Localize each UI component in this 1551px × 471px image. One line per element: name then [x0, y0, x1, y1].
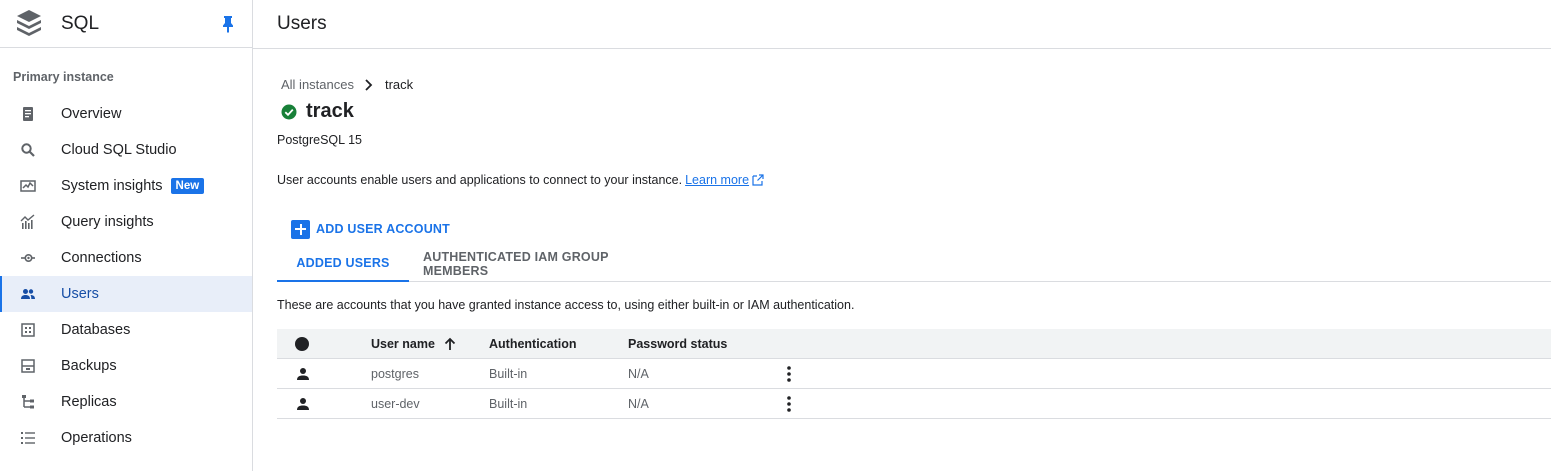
tab-authenticated-iam-group-members[interactable]: AUTHENTICATED IAM GROUP MEMBERS: [423, 246, 675, 282]
check-circle-icon: [281, 104, 297, 119]
sql-logo-icon: [17, 10, 41, 36]
sidebar-item-backups[interactable]: Backups: [0, 348, 252, 384]
sidebar-item-users[interactable]: Users: [0, 276, 252, 312]
sidebar-section-title: Primary instance: [13, 70, 114, 84]
password-status-cell: N/A: [628, 366, 649, 381]
header-authentication: Authentication: [489, 336, 577, 351]
top-bar: Users: [253, 0, 1551, 49]
users-table: User name Authentication Password status…: [277, 329, 1551, 419]
header-password-status: Password status: [628, 336, 728, 351]
list-icon: [21, 432, 35, 444]
table-description: These are accounts that you have granted…: [277, 298, 855, 312]
sidebar-item-label: Overview: [61, 106, 122, 122]
person-icon: [297, 397, 309, 410]
user-name-cell: user-dev: [371, 396, 420, 411]
add-user-account-button[interactable]: ADD USER ACCOUNT: [291, 219, 450, 239]
table-row: user-dev Built-in N/A: [277, 389, 1551, 419]
breadcrumb-current: track: [384, 77, 414, 92]
page-title: Users: [277, 13, 327, 34]
description-text: User accounts enable users and applicati…: [277, 173, 683, 187]
people-icon: [21, 289, 35, 299]
pin-icon[interactable]: [220, 15, 236, 33]
sidebar-item-databases[interactable]: Databases: [0, 312, 252, 348]
header-type-cell: [295, 329, 309, 358]
person-icon: [297, 367, 309, 380]
new-badge: New: [170, 178, 205, 194]
sidebar-item-label: Replicas: [61, 394, 117, 410]
row-actions-menu-button[interactable]: [783, 389, 795, 418]
instance-name: track: [306, 100, 354, 122]
user-type-cell: [295, 359, 310, 388]
monitoring-icon: [20, 180, 36, 192]
breadcrumb-all-instances-link[interactable]: All instances: [281, 77, 354, 92]
user-type-dot-icon: [295, 336, 309, 351]
page-description: User accounts enable users and applicati…: [277, 173, 764, 187]
sidebar-item-overview[interactable]: Overview: [0, 96, 252, 132]
row-actions-menu-button[interactable]: [783, 359, 795, 388]
backup-icon: [21, 359, 35, 373]
breadcrumb: All instances track: [281, 77, 413, 92]
sidebar-header: SQL: [0, 0, 252, 48]
product-title: SQL: [61, 13, 100, 34]
replica-icon: [22, 395, 34, 409]
arrow-up-icon: [444, 337, 456, 350]
tab-added-users[interactable]: ADDED USERS: [277, 246, 409, 282]
chart-icon: [20, 214, 35, 229]
sidebar-item-label: Operations: [61, 430, 132, 446]
header-user-name[interactable]: User name: [371, 329, 457, 358]
overview-icon: [23, 107, 33, 121]
sidebar-item-cloud-sql-studio[interactable]: Cloud SQL Studio: [0, 132, 252, 168]
connection-icon: [21, 254, 35, 263]
sidebar-item-label: Databases: [61, 322, 131, 338]
database-version: PostgreSQL 15: [277, 133, 363, 147]
more-vert-icon: [787, 395, 791, 412]
sidebar-item-label: Backups: [61, 358, 117, 374]
user-type-cell: [295, 389, 310, 418]
sidebar-item-label: Users: [61, 286, 99, 302]
sidebar-item-text: System insights: [61, 178, 163, 194]
search-icon: [21, 143, 35, 157]
more-vert-icon: [787, 365, 791, 382]
instance-header: track: [281, 100, 354, 123]
sidebar-nav: Overview Cloud SQL Studio System insight…: [0, 96, 252, 456]
table-row: postgres Built-in N/A: [277, 359, 1551, 389]
sidebar-item-system-insights[interactable]: System insights New: [0, 168, 252, 204]
tab-bar: ADDED USERS AUTHENTICATED IAM GROUP MEMB…: [277, 246, 1551, 282]
authentication-cell: Built-in: [489, 396, 528, 411]
add-user-account-label: ADD USER ACCOUNT: [316, 222, 450, 236]
header-user-name-label: User name: [371, 336, 435, 351]
password-status-cell: N/A: [628, 396, 649, 411]
sidebar-item-connections[interactable]: Connections: [0, 240, 252, 276]
sidebar-item-label: Connections: [61, 250, 142, 266]
sidebar: SQL Primary instance Overview Cloud SQL …: [0, 0, 253, 471]
external-link-icon: [752, 174, 764, 186]
table-header-row: User name Authentication Password status: [277, 329, 1551, 359]
authentication-cell: Built-in: [489, 366, 528, 381]
sidebar-item-operations[interactable]: Operations: [0, 420, 252, 456]
sidebar-item-label: Cloud SQL Studio: [61, 142, 177, 158]
learn-more-link[interactable]: Learn more: [685, 173, 749, 187]
sidebar-item-label: System insights New: [61, 178, 205, 194]
sidebar-item-label: Query insights: [61, 214, 154, 230]
chevron-right-icon: [365, 78, 373, 91]
sidebar-item-replicas[interactable]: Replicas: [0, 384, 252, 420]
add-box-icon: [291, 219, 310, 239]
sidebar-item-query-insights[interactable]: Query insights: [0, 204, 252, 240]
database-icon: [21, 323, 35, 337]
user-name-cell: postgres: [371, 366, 419, 381]
